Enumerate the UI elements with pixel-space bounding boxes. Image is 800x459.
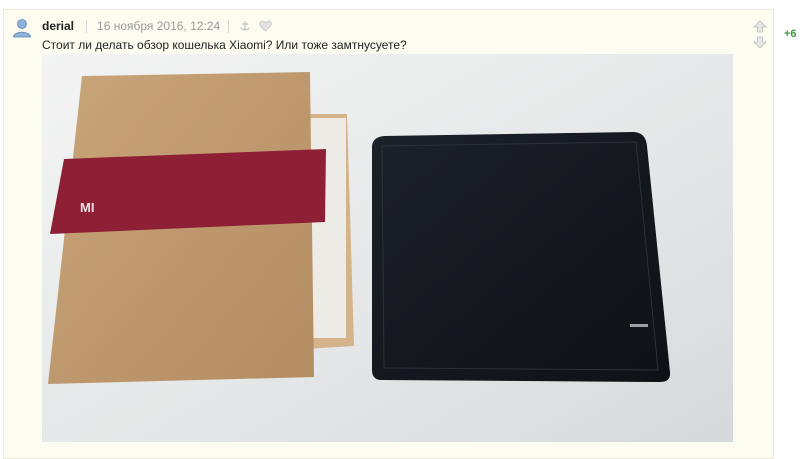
comment-score: +6 bbox=[784, 28, 797, 40]
box-band bbox=[50, 149, 326, 234]
wallet bbox=[372, 132, 671, 382]
wallet-logo-plate bbox=[630, 324, 648, 327]
comment-date: 16 ноября 2016, 12:24 bbox=[97, 19, 221, 33]
comment-header: derial 16 ноября 2016, 12:24 bbox=[42, 18, 280, 34]
user-avatar-icon[interactable] bbox=[12, 18, 32, 38]
heart-icon[interactable] bbox=[259, 20, 272, 32]
box-logo: MI bbox=[80, 200, 94, 215]
vote-up-icon[interactable] bbox=[753, 20, 767, 33]
comment-text: Стоит ли делать обзор кошелька Xiaomi? И… bbox=[42, 38, 407, 52]
comment-photo[interactable]: MI bbox=[42, 54, 733, 442]
vote-down-icon[interactable] bbox=[753, 36, 767, 49]
header-divider bbox=[86, 19, 88, 33]
header-divider bbox=[228, 19, 230, 33]
username-link[interactable]: derial bbox=[42, 19, 74, 33]
anchor-icon[interactable] bbox=[239, 20, 251, 32]
